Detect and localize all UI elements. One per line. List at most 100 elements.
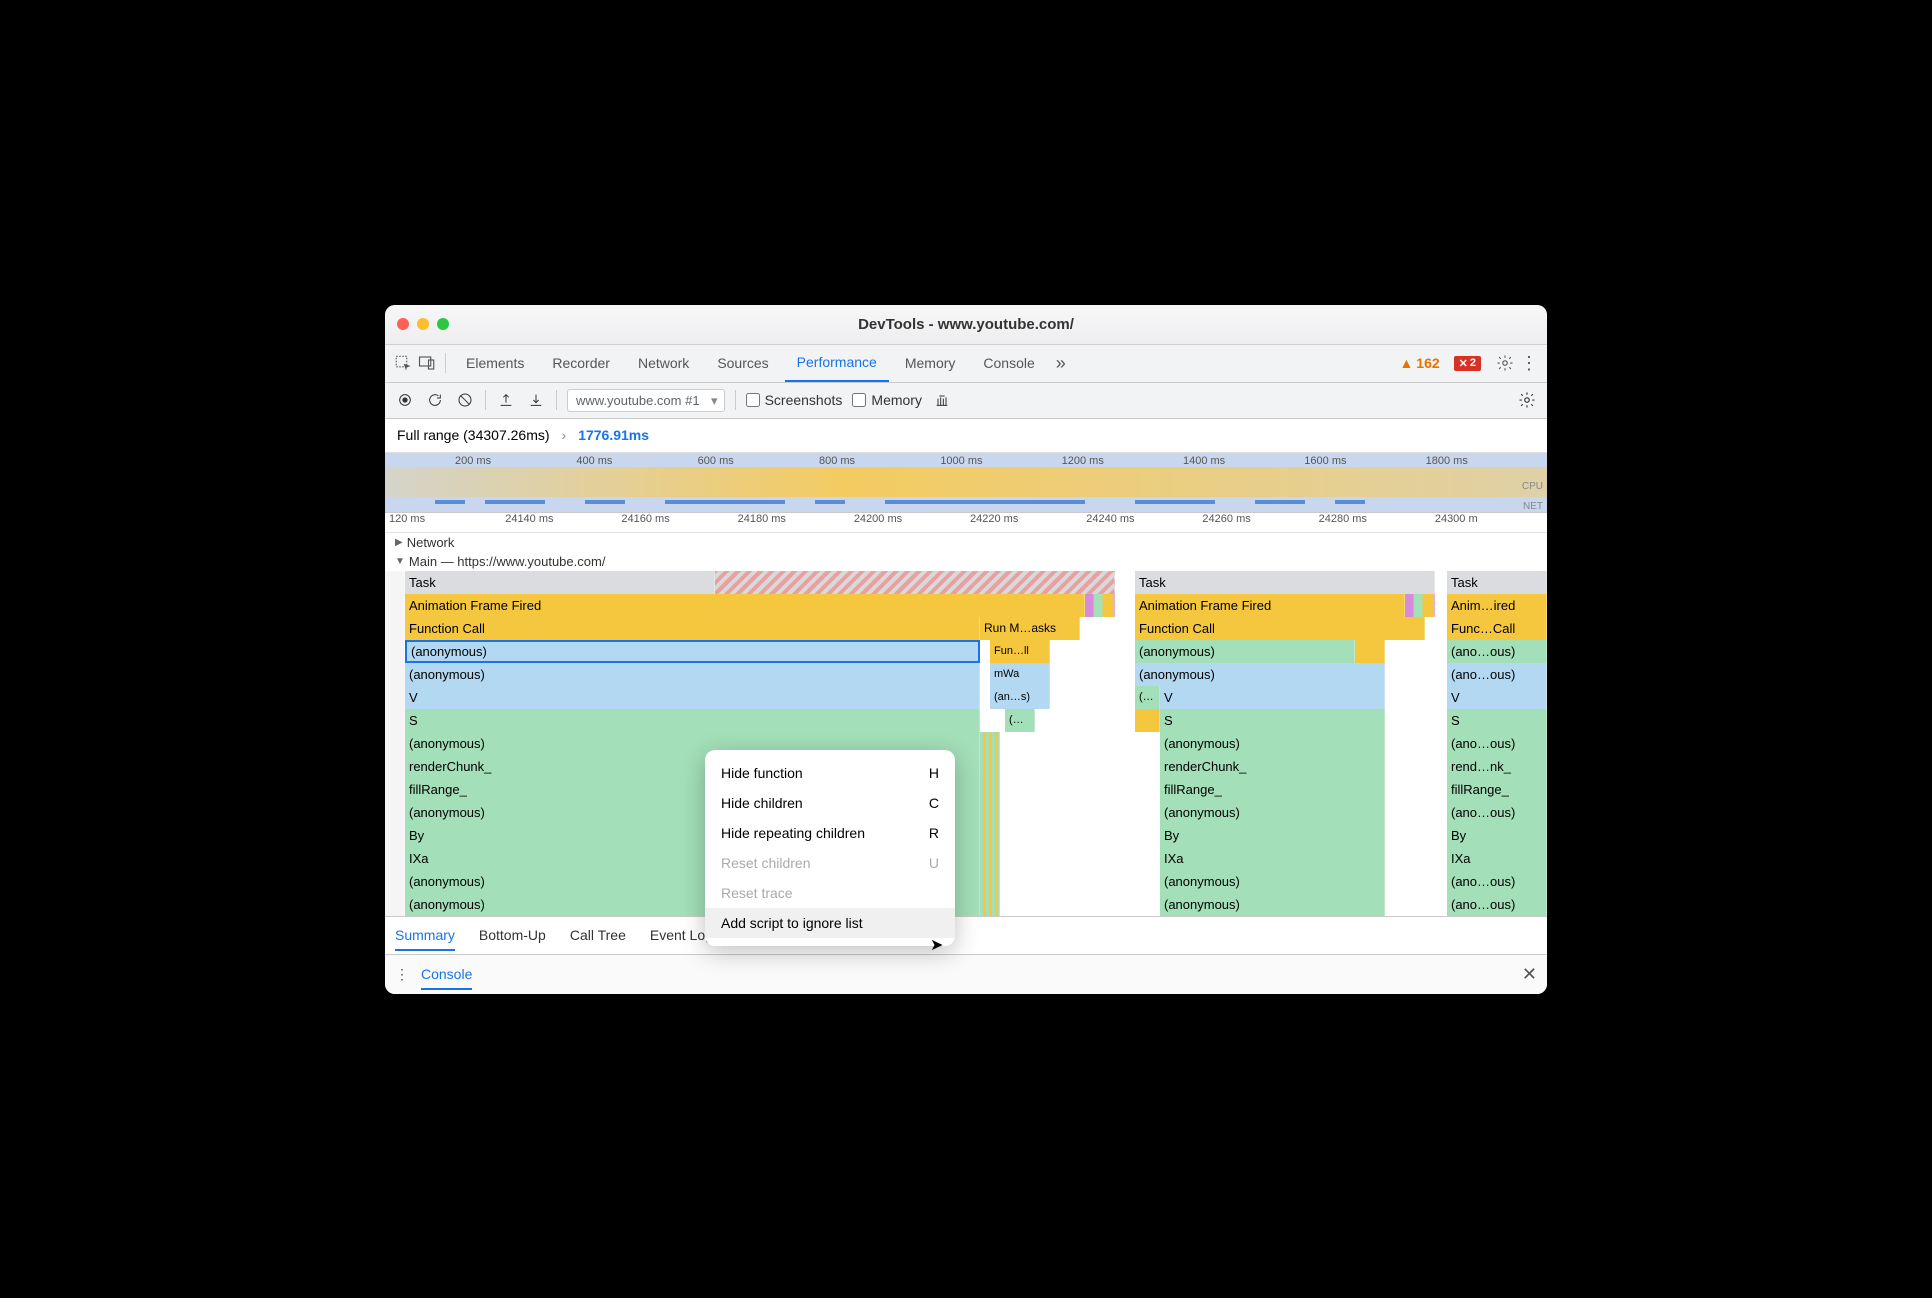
tab-call-tree[interactable]: Call Tree: [570, 927, 626, 943]
reload-icon[interactable]: [425, 390, 445, 410]
flame-chart[interactable]: Task Task Task Animation Frame Fired Ani…: [385, 571, 1547, 916]
flame-entry[interactable]: (…: [1135, 686, 1160, 709]
flame-entry[interactable]: S: [1447, 709, 1547, 732]
console-tab[interactable]: Console: [421, 966, 472, 990]
flame-entry[interactable]: [980, 801, 1000, 824]
flame-entry[interactable]: V: [1160, 686, 1385, 709]
flame-entry[interactable]: [980, 824, 1000, 847]
flame-entry[interactable]: mWa: [990, 663, 1050, 686]
flame-entry[interactable]: IXa: [1160, 847, 1385, 870]
record-icon[interactable]: [395, 390, 415, 410]
ctx-add-ignore[interactable]: Add script to ignore list: [705, 908, 955, 938]
flame-entry[interactable]: [1405, 594, 1435, 617]
flame-entry[interactable]: (ano…ous): [1447, 893, 1547, 916]
window-minimize[interactable]: [417, 318, 429, 330]
flame-entry[interactable]: V: [405, 686, 980, 709]
flame-entry[interactable]: Animation Frame Fired: [1135, 594, 1405, 617]
window-close[interactable]: [397, 318, 409, 330]
flame-entry[interactable]: (ano…ous): [1447, 663, 1547, 686]
flame-entry[interactable]: fillRange_: [1447, 778, 1547, 801]
flame-task-long[interactable]: [715, 571, 1115, 594]
flame-entry[interactable]: Fun…ll: [990, 640, 1050, 663]
errors-badge[interactable]: ✕ 2: [1454, 356, 1481, 371]
flame-entry[interactable]: Func…Call: [1447, 617, 1547, 640]
flame-entry[interactable]: (ano…ous): [1447, 732, 1547, 755]
flame-entry[interactable]: [1135, 709, 1160, 732]
flame-entry[interactable]: renderChunk_: [1160, 755, 1385, 778]
ctx-hide-children[interactable]: Hide childrenC: [705, 788, 955, 818]
flame-entry[interactable]: Anim…ired: [1447, 594, 1547, 617]
flame-entry[interactable]: (anonymous): [1135, 663, 1385, 686]
tab-console[interactable]: Console: [971, 345, 1046, 382]
flame-entry[interactable]: (ano…ous): [1447, 801, 1547, 824]
flame-task[interactable]: Task: [405, 571, 715, 594]
tab-performance[interactable]: Performance: [785, 345, 889, 382]
upload-icon[interactable]: [496, 390, 516, 410]
flame-entry-selected[interactable]: (anonymous): [405, 640, 980, 663]
device-toolbar-icon[interactable]: [417, 353, 437, 373]
flame-entry[interactable]: rend…nk_: [1447, 755, 1547, 778]
flame-entry[interactable]: [980, 732, 1000, 755]
flame-entry[interactable]: (ano…ous): [1447, 640, 1547, 663]
flame-entry[interactable]: (anonymous): [1160, 870, 1385, 893]
flame-entry[interactable]: [980, 778, 1000, 801]
flame-task[interactable]: Task: [1447, 571, 1547, 594]
collect-garbage-icon[interactable]: [932, 390, 952, 410]
flame-entry[interactable]: Animation Frame Fired: [405, 594, 1085, 617]
flame-entry[interactable]: (ano…ous): [1447, 870, 1547, 893]
flame-entry[interactable]: [980, 847, 1000, 870]
flame-entry[interactable]: (anonymous): [1160, 893, 1385, 916]
more-tabs-icon[interactable]: »: [1051, 353, 1071, 373]
more-icon[interactable]: ⋮: [1519, 353, 1539, 373]
flame-entry[interactable]: V: [1447, 686, 1547, 709]
flame-entry[interactable]: (an…s): [990, 686, 1050, 709]
flame-entry[interactable]: Function Call: [405, 617, 980, 640]
flame-entry[interactable]: Run M…asks: [980, 617, 1080, 640]
tab-bottom-up[interactable]: Bottom-Up: [479, 927, 546, 943]
warnings-badge[interactable]: ▲ 162: [1399, 355, 1439, 371]
clear-icon[interactable]: [455, 390, 475, 410]
flame-task[interactable]: Task: [1135, 571, 1435, 594]
inspect-icon[interactable]: [393, 353, 413, 373]
flame-entry[interactable]: [1085, 594, 1115, 617]
flame-entry[interactable]: S: [405, 709, 980, 732]
recording-select[interactable]: www.youtube.com #1: [567, 389, 725, 412]
flame-entry[interactable]: Function Call: [1135, 617, 1425, 640]
download-icon[interactable]: [526, 390, 546, 410]
time-ruler[interactable]: 120 ms 24140 ms 24160 ms 24180 ms 24200 …: [385, 513, 1547, 533]
screenshots-checkbox[interactable]: Screenshots: [746, 392, 843, 408]
breadcrumb-current[interactable]: 1776.91ms: [578, 427, 649, 443]
flame-entry[interactable]: By: [1447, 824, 1547, 847]
tab-event-log[interactable]: Event Log: [650, 927, 713, 943]
breadcrumb-full[interactable]: Full range (34307.26ms): [397, 427, 550, 443]
tab-network[interactable]: Network: [626, 345, 701, 382]
flame-entry[interactable]: [980, 755, 1000, 778]
settings-icon[interactable]: [1495, 353, 1515, 373]
tab-summary[interactable]: Summary: [395, 927, 455, 951]
flame-entry[interactable]: [980, 870, 1000, 893]
flame-entry[interactable]: [980, 893, 1000, 916]
flame-entry[interactable]: fillRange_: [1160, 778, 1385, 801]
flame-entry[interactable]: (…: [1005, 709, 1035, 732]
network-track-header[interactable]: ▶Network: [385, 533, 1547, 552]
flame-entry[interactable]: By: [1160, 824, 1385, 847]
close-drawer-icon[interactable]: ✕: [1522, 964, 1537, 985]
drawer-menu-icon[interactable]: ⋮: [395, 966, 409, 983]
capture-settings-icon[interactable]: [1517, 390, 1537, 410]
overview-track[interactable]: 200 ms 400 ms 600 ms 800 ms 1000 ms 1200…: [385, 453, 1547, 513]
flame-entry[interactable]: IXa: [1447, 847, 1547, 870]
memory-checkbox[interactable]: Memory: [852, 392, 922, 408]
flame-entry[interactable]: (anonymous): [1160, 801, 1385, 824]
flame-entry[interactable]: (anonymous): [405, 663, 980, 686]
tab-sources[interactable]: Sources: [705, 345, 780, 382]
tab-elements[interactable]: Elements: [454, 345, 536, 382]
tab-memory[interactable]: Memory: [893, 345, 968, 382]
flame-entry[interactable]: (anonymous): [1135, 640, 1355, 663]
ctx-hide-function[interactable]: Hide functionH: [705, 758, 955, 788]
flame-entry[interactable]: (anonymous): [1160, 732, 1385, 755]
main-track-header[interactable]: ▼Main — https://www.youtube.com/: [385, 552, 1547, 571]
flame-entry[interactable]: [1355, 640, 1385, 663]
window-zoom[interactable]: [437, 318, 449, 330]
tab-recorder[interactable]: Recorder: [540, 345, 622, 382]
flame-entry[interactable]: S: [1160, 709, 1385, 732]
